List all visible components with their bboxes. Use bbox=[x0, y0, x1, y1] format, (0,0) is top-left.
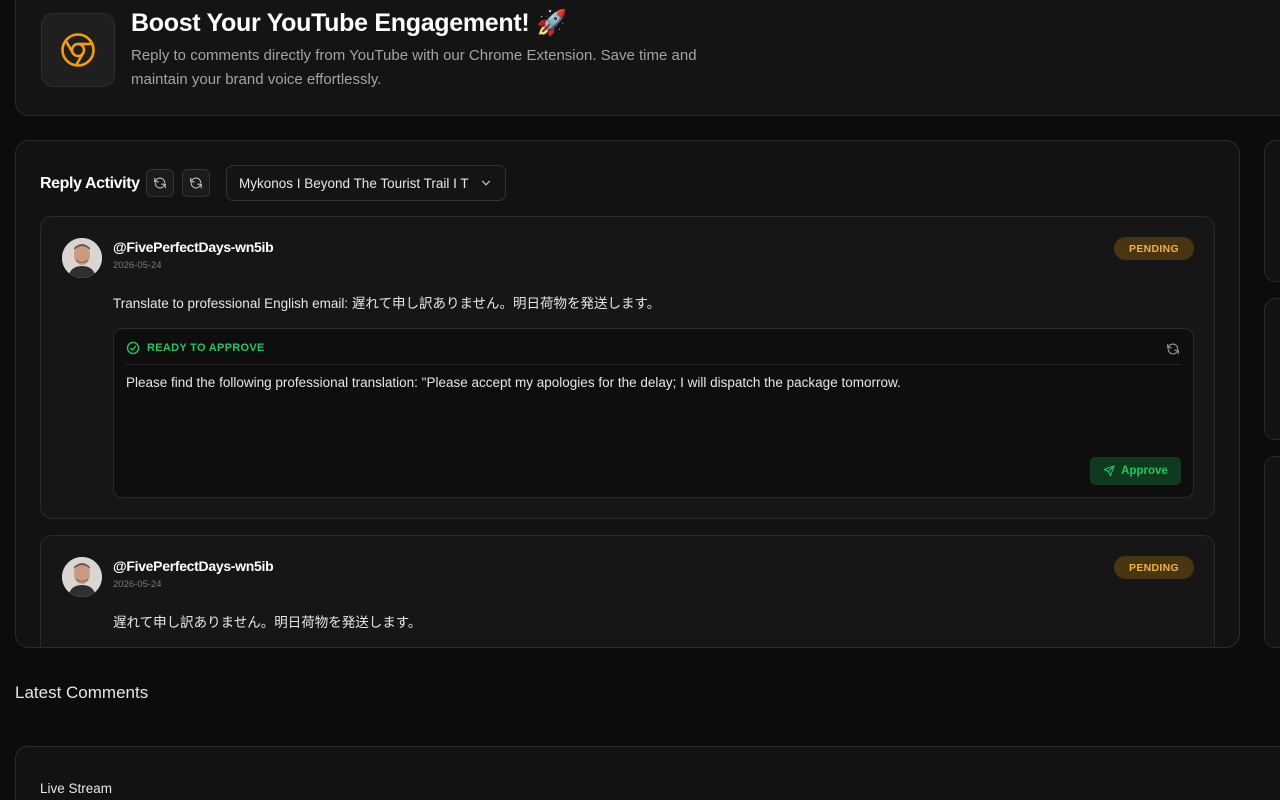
comment-card: @FivePerfectDays-wn5ib 2026-05-24 PENDIN… bbox=[40, 216, 1215, 519]
comment-date: 2026-05-24 bbox=[113, 260, 162, 271]
comment-text: Translate to professional English email:… bbox=[113, 296, 661, 311]
avatar bbox=[62, 557, 102, 597]
draft-reply-text[interactable]: Please find the following professional t… bbox=[126, 375, 901, 390]
video-select[interactable]: Mykonos I Beyond The Tourist Trail I T bbox=[226, 165, 506, 201]
refresh-icon bbox=[154, 177, 166, 189]
approve-label: Approve bbox=[1121, 465, 1168, 477]
banner-description: Reply to comments directly from YouTube … bbox=[131, 47, 697, 88]
draft-status-label: READY TO APPROVE bbox=[147, 342, 265, 354]
refresh-icon bbox=[1167, 343, 1179, 355]
approve-button[interactable]: Approve bbox=[1090, 457, 1181, 485]
banner-title: Boost Your YouTube Engagement! 🚀 bbox=[131, 9, 567, 37]
chrome-icon bbox=[41, 13, 115, 87]
regenerate-button[interactable] bbox=[1165, 341, 1181, 357]
comment-text: 遅れて申し訳ありません。明日荷物を発送します。 bbox=[113, 615, 422, 630]
reply-activity-title: Reply Activity bbox=[40, 175, 140, 192]
latest-comments-title: Latest Comments bbox=[15, 683, 149, 702]
side-panel bbox=[1264, 456, 1280, 648]
comment-date: 2026-05-24 bbox=[113, 579, 162, 590]
comment-author[interactable]: @FivePerfectDays-wn5ib bbox=[113, 558, 274, 574]
side-panel bbox=[1264, 140, 1280, 282]
refresh-button[interactable] bbox=[146, 169, 174, 197]
draft-status: READY TO APPROVE bbox=[126, 341, 265, 355]
comment-author[interactable]: @FivePerfectDays-wn5ib bbox=[113, 239, 274, 255]
live-stream-label: Live Stream bbox=[40, 781, 113, 796]
divider bbox=[126, 364, 1181, 365]
status-badge: PENDING bbox=[1114, 556, 1194, 579]
refresh-icon bbox=[190, 177, 202, 189]
reply-draft: READY TO APPROVE Please find the followi… bbox=[113, 328, 1194, 498]
extension-banner: Boost Your YouTube Engagement! 🚀 Reply t… bbox=[15, 0, 1280, 116]
send-icon bbox=[1103, 465, 1115, 477]
status-badge: PENDING bbox=[1114, 237, 1194, 260]
sync-button[interactable] bbox=[182, 169, 210, 197]
video-select-value: Mykonos I Beyond The Tourist Trail I T bbox=[239, 175, 469, 191]
latest-comments-card: Live Stream bbox=[15, 746, 1280, 800]
comment-card: @FivePerfectDays-wn5ib 2026-05-24 PENDIN… bbox=[40, 535, 1215, 647]
reply-activity-panel: Reply Activity Mykonos I Beyond The Tour… bbox=[15, 140, 1240, 648]
chevron-down-icon bbox=[481, 180, 491, 186]
avatar bbox=[62, 238, 102, 278]
side-panel bbox=[1264, 298, 1280, 440]
check-circle-icon bbox=[126, 341, 140, 355]
